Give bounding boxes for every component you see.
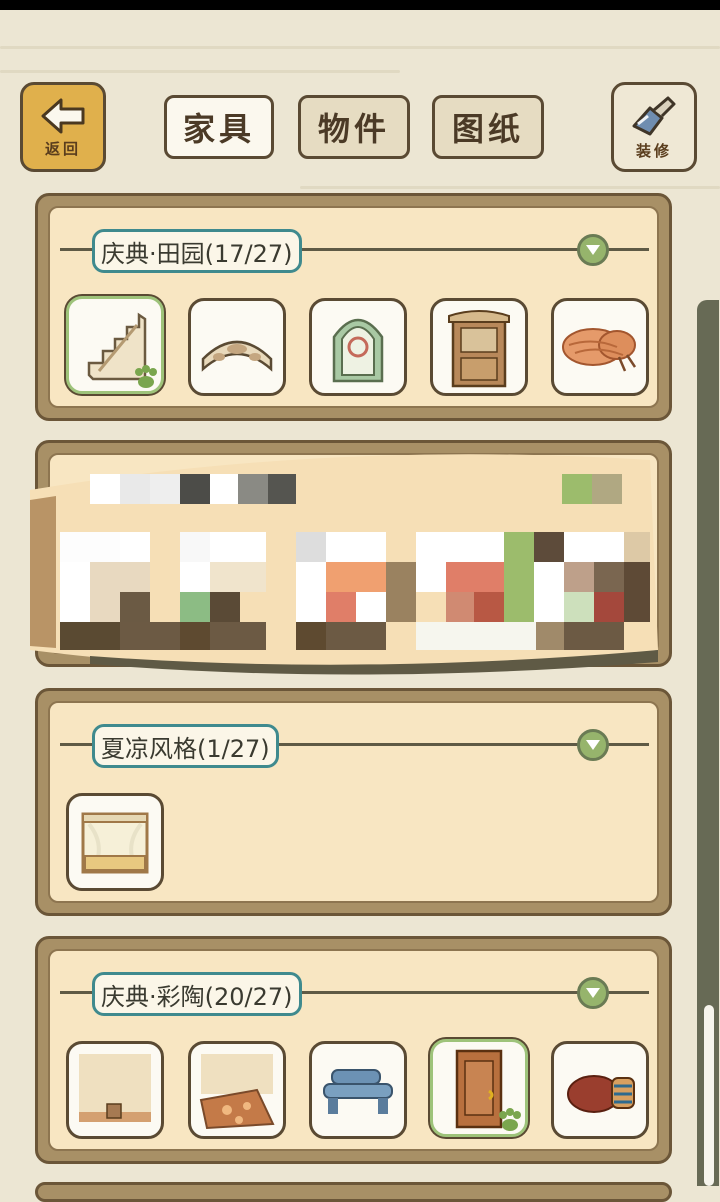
decorate-label: 装修 [635,141,672,160]
wooden-bridge-icon [201,340,273,372]
section-title-text: 庆典·田园(17/27) [101,239,293,268]
item-slot-window[interactable] [309,298,407,396]
arched-window-icon [332,318,384,383]
section-title: 庆典·田园(17/27) [92,229,302,273]
wood-grain [300,186,720,189]
arrow-left-icon [41,98,85,133]
paint-brush-icon [632,96,676,135]
item-slot-wall-panel[interactable] [66,1041,164,1139]
furniture-set-panel: 夏凉风格(1/27) [35,688,672,916]
collapse-toggle[interactable] [577,729,609,761]
item-slot-door[interactable] [430,298,528,396]
item-slot-canopy-bed[interactable] [66,793,164,891]
back-label: 返回 [44,139,81,158]
item-slot-brown-door[interactable] [430,1039,528,1137]
section-title: 夏凉风格(1/27) [92,724,279,768]
tab-furniture[interactable]: 家具 [164,95,274,159]
item-slot-bridge[interactable] [188,298,286,396]
wood-grain [0,70,400,73]
tab-objects[interactable]: 物件 [298,95,410,159]
furniture-set-panel: 庆典·田园(17/27) [35,193,672,421]
tab-label: 图纸 [451,110,524,148]
collapse-toggle[interactable] [577,234,609,266]
canopy-bed-icon [81,812,149,874]
collapse-toggle[interactable] [577,977,609,1009]
chevron-down-icon [586,245,600,255]
floral-rug-icon [199,1054,275,1130]
wooden-door-icon [448,310,510,388]
chevron-down-icon [586,740,600,750]
clay-pot-icon [567,1075,635,1113]
item-slot-pot[interactable] [551,1041,649,1139]
tab-label: 物件 [317,110,390,148]
panel-inner: 庆典·彩陶(20/27) [48,949,659,1151]
censor-mosaic [30,450,660,680]
item-slot-staircase[interactable] [66,296,164,394]
furniture-set-panel: 庆典·彩陶(20/27) [35,936,672,1164]
owned-paw-icon [135,365,157,388]
tab-blueprints[interactable]: 图纸 [432,95,544,159]
section-title: 庆典·彩陶(20/27) [92,972,302,1016]
panel-inner: 庆典·田园(17/27) [48,206,659,408]
scrollbar-thumb[interactable] [704,1005,714,1186]
blue-bench-icon [323,1069,393,1114]
chevron-down-icon [586,988,600,998]
tab-label: 家具 [182,110,255,148]
item-slot-rope[interactable] [551,298,649,396]
decorate-button[interactable]: 装修 [611,82,697,172]
status-bar [0,0,720,10]
item-slot-bench[interactable] [309,1041,407,1139]
rope-bundle-icon [562,328,637,372]
panel-inner: 夏凉风格(1/27) [48,701,659,903]
furniture-set-panel-partial [35,1182,672,1202]
item-slot-rug[interactable] [188,1041,286,1139]
owned-paw-icon [499,1108,521,1131]
back-button[interactable]: 返回 [20,82,106,172]
wall-panel-icon [79,1054,151,1122]
section-title-text: 夏凉风格(1/27) [101,734,270,763]
section-title-text: 庆典·彩陶(20/27) [101,982,293,1011]
wood-grain [0,46,720,49]
